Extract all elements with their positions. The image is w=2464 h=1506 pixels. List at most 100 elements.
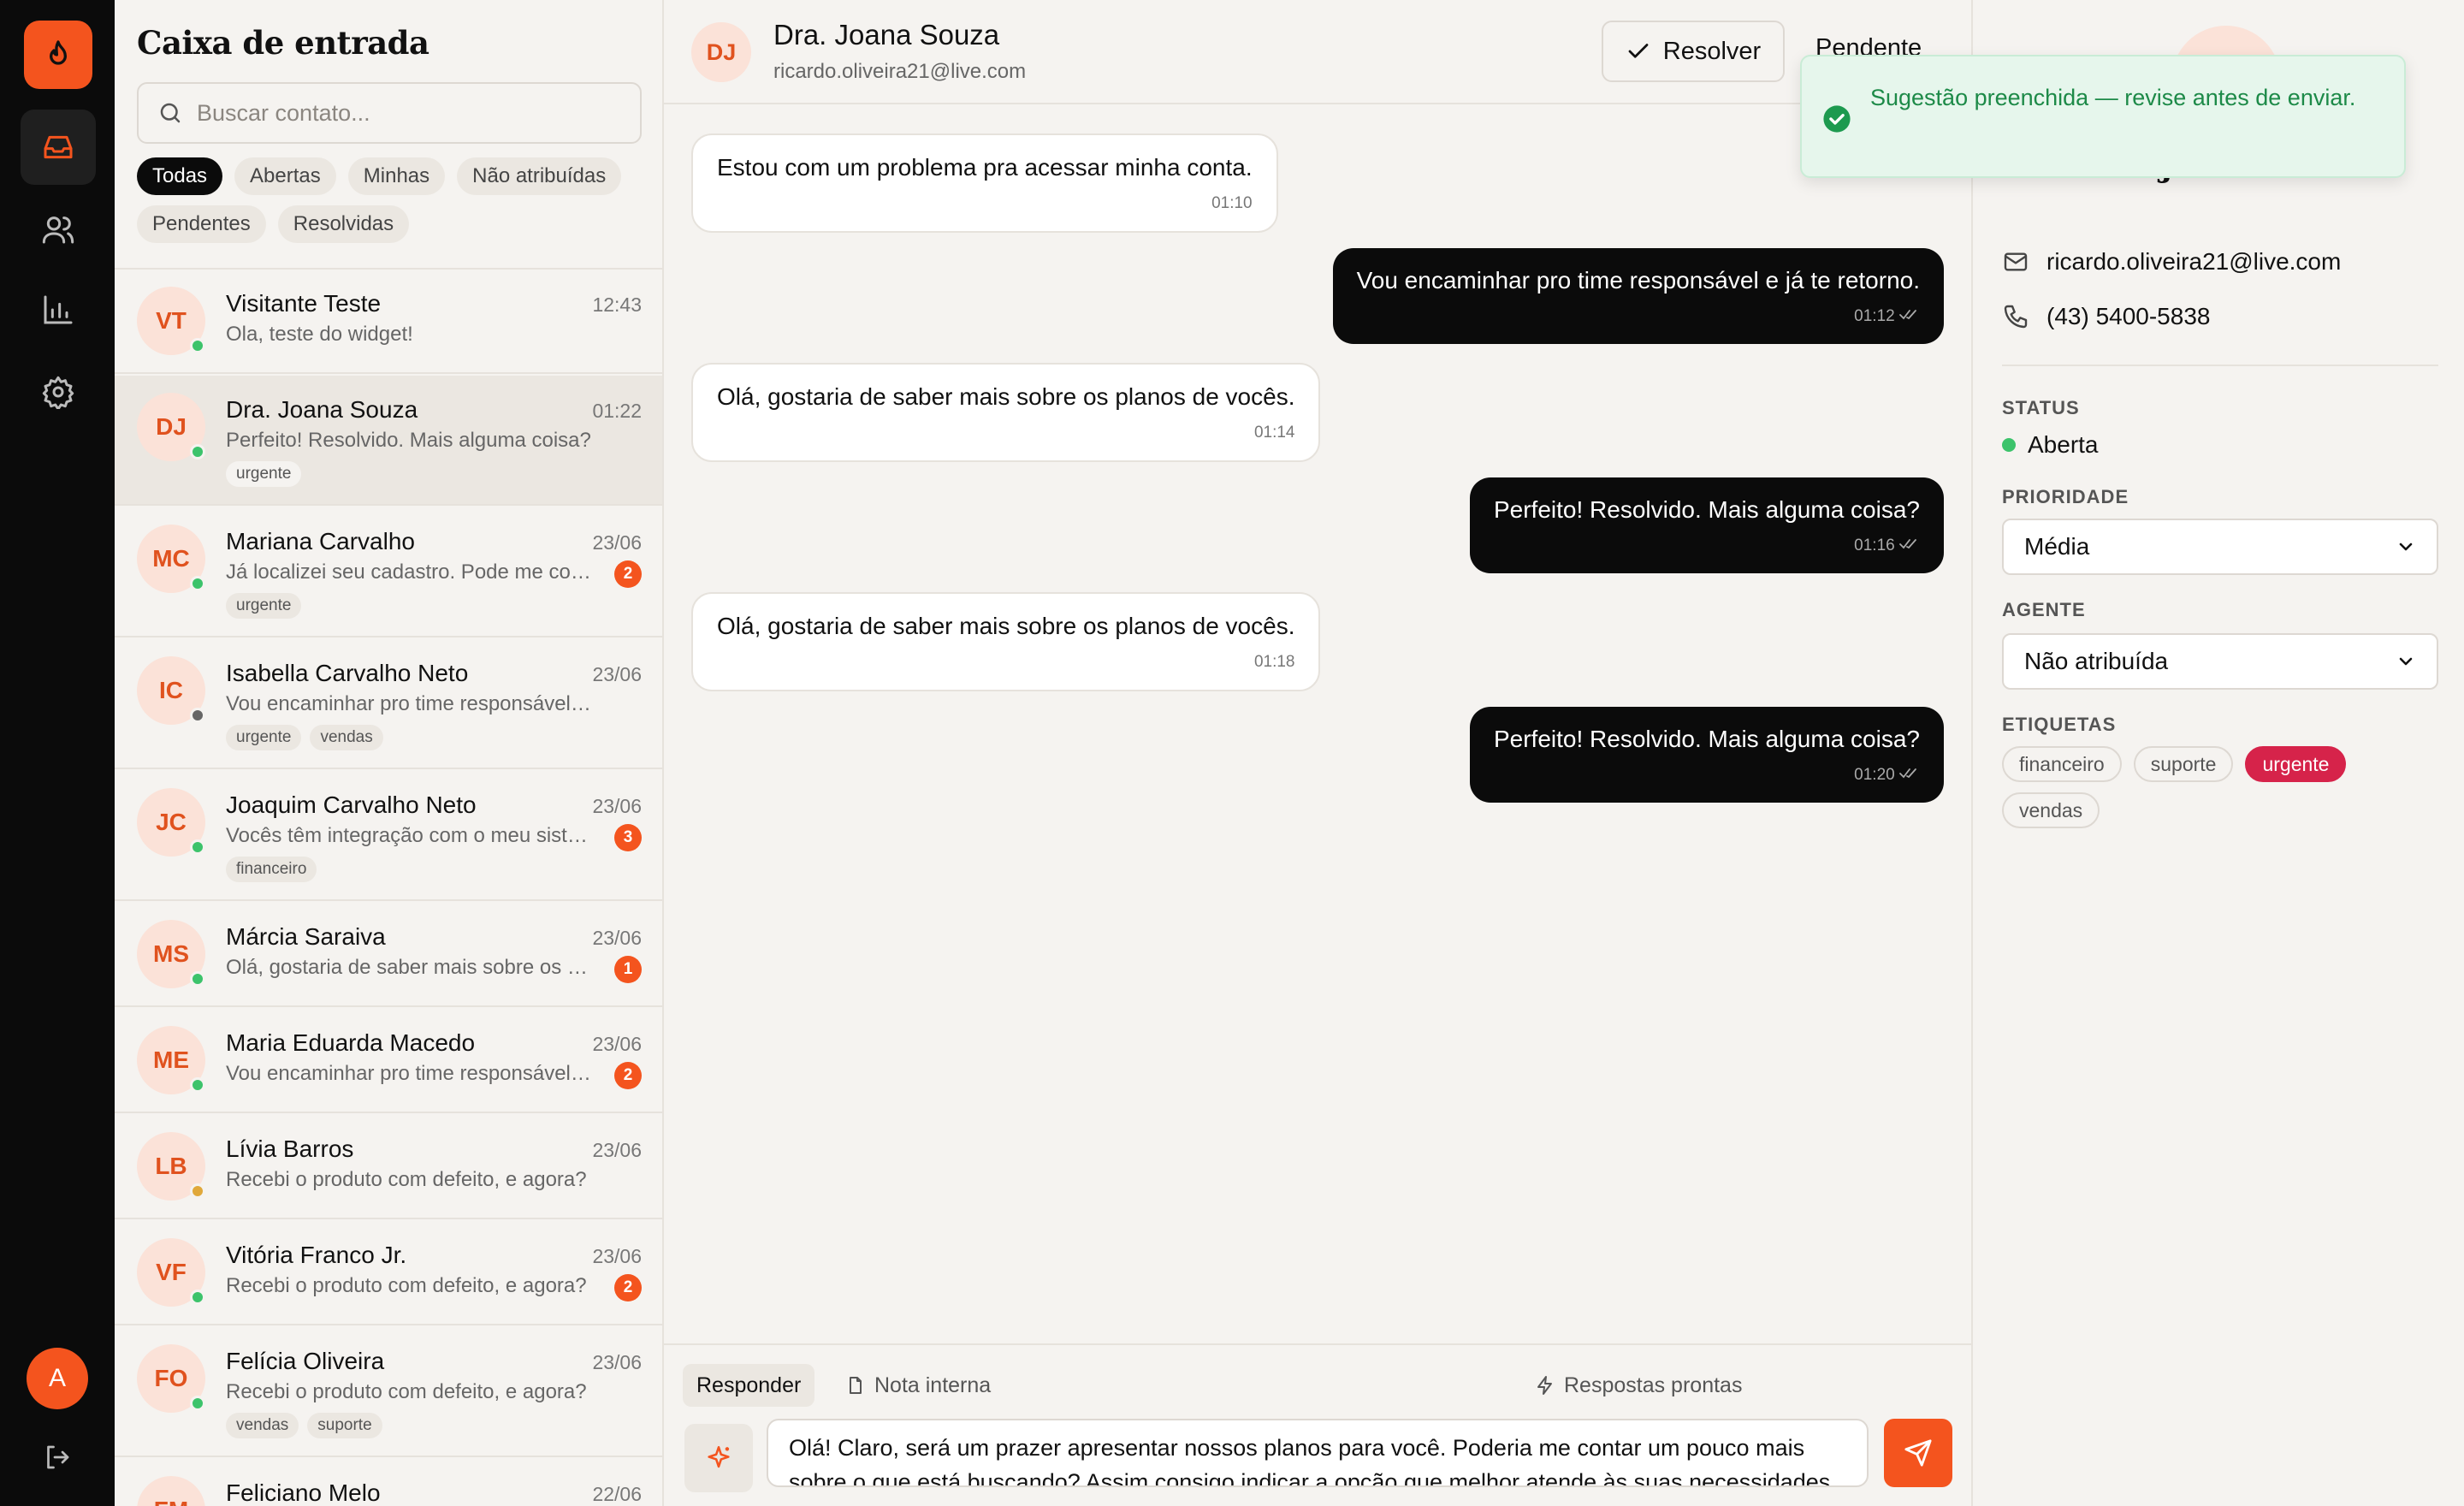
filter-chip[interactable]: Minhas (347, 157, 446, 195)
incoming-message: Estou com um problema pra acessar minha … (691, 133, 1278, 233)
conversation-item[interactable]: JC Joaquim Carvalho Neto 23/06 Vocês têm in… (115, 771, 662, 901)
nav-reports[interactable] (21, 272, 96, 347)
message-meta: 01:14 (717, 418, 1295, 448)
contact-name: Márcia Saraiva (226, 923, 386, 950)
filter-chip[interactable]: Todas (137, 157, 223, 195)
contact-avatar: IC (137, 656, 205, 725)
agent-select[interactable]: Não atribuída (2002, 633, 2438, 690)
message-preview: Recebi o produto com defeito, e agora? (226, 1168, 587, 1191)
conversation-item[interactable]: VF Vitória Franco Jr. 23/06 Recebi o produt… (115, 1221, 662, 1325)
lightning-icon (1537, 1376, 1552, 1395)
contact-avatar: JC (137, 788, 205, 857)
contact-avatar: DJ (691, 22, 751, 82)
contact-name: Felícia Oliveira (226, 1348, 385, 1374)
message-time: 01:12 (1854, 307, 1895, 325)
avatar-initials: FM (154, 1497, 188, 1506)
filter-chip[interactable]: Abertas (234, 157, 336, 195)
presence-dot (190, 839, 205, 855)
search-placeholder: Buscar contato... (197, 99, 370, 126)
incoming-message: Olá, gostaria de saber mais sobre os pla… (691, 363, 1321, 462)
unread-badge: 3 (614, 824, 642, 851)
contact-tag[interactable]: urgente (2245, 746, 2347, 782)
contact-avatar: MC (137, 525, 205, 593)
agent-value: Não atribuída (2024, 648, 2169, 674)
conversation-item[interactable]: FO Felícia Oliveira 23/06 Recebi o produto … (115, 1327, 662, 1457)
message-text: Olá, gostaria de saber mais sobre os pla… (717, 613, 1295, 639)
message-text: Perfeito! Resolvido. Mais alguma coisa? (1493, 726, 1920, 752)
conversation-item[interactable]: LB Lívia Barros 23/06 Recebi o produto com … (115, 1115, 662, 1219)
ai-suggest-button[interactable] (684, 1424, 753, 1492)
contact-name: Dra. Joana Souza (773, 19, 1000, 50)
message-time: 01:16 (1854, 537, 1895, 554)
tag: urgente (226, 725, 302, 750)
nav-contacts[interactable] (21, 192, 96, 267)
message-meta: 01:16 (1494, 531, 1920, 561)
conversation-item[interactable]: VT Visitante Teste 12:43 Ola, teste do widg… (115, 270, 662, 374)
tag: financeiro (226, 857, 317, 882)
conversation-item[interactable]: DJ Dra. Joana Souza 01:22 Perfeito! Resolvi… (115, 376, 662, 506)
tag: urgente (226, 593, 302, 619)
sparkle-icon (708, 1445, 730, 1468)
message-preview: Ola, teste do widget! (226, 323, 413, 346)
contact-avatar: DJ (137, 393, 205, 461)
presence-dot (190, 1077, 205, 1093)
filter-chip[interactable]: Resolvidas (277, 205, 410, 243)
search-icon (160, 103, 181, 123)
search-input[interactable]: Buscar contato... (137, 82, 642, 144)
app-logo[interactable] (24, 21, 92, 89)
contact-name: Dra. Joana Souza (226, 396, 418, 423)
quick-replies-button[interactable]: Respostas prontas (1521, 1364, 1756, 1407)
contact-avatar: ME (137, 1026, 205, 1094)
conversation-time: 23/06 (592, 1139, 642, 1161)
message-preview: Recebi o produto com defeito, e agora? (226, 1274, 587, 1297)
avatar-initials: FO (154, 1365, 188, 1391)
nav-inbox[interactable] (21, 110, 96, 185)
send-icon (1904, 1439, 1932, 1467)
message-time: 01:20 (1854, 766, 1895, 784)
conversation-item[interactable]: MC Mariana Carvalho 23/06 Já localizei seu … (115, 507, 662, 637)
conversation-tags: urgente (226, 593, 302, 619)
status-value: Aberta (2028, 431, 2099, 458)
priority-select[interactable]: Média (2002, 519, 2438, 575)
check-circle-icon (1823, 105, 1851, 133)
filter-chip[interactable]: Não atribuídas (457, 157, 622, 195)
conversation-item[interactable]: FMFeliciano Melo22/06Recebi o produto co… (115, 1459, 662, 1506)
composer: Responder Nota interna Respostas prontas… (664, 1343, 1971, 1506)
unread-badge: 2 (614, 1274, 642, 1301)
conversation-item[interactable]: MS Márcia Saraiva 23/06 Olá, gostaria de sa… (115, 903, 662, 1007)
status-label: STATUS (2002, 397, 2080, 418)
message-meta: 01:20 (1494, 760, 1920, 791)
outgoing-message: Vou encaminhar pro time responsável e já… (1332, 248, 1944, 344)
contact-name: Visitante Teste (226, 290, 382, 317)
user-avatar[interactable]: A (27, 1348, 88, 1409)
priority-label: PRIORIDADE (2002, 486, 2129, 507)
conversation-item[interactable]: ME Maria Eduarda Macedo 23/06 Vou encaminha… (115, 1009, 662, 1113)
logout-button[interactable] (38, 1438, 77, 1477)
outgoing-message: Perfeito! Resolvido. Mais alguma coisa? 0… (1469, 477, 1944, 573)
conversation-item[interactable]: IC Isabella Carvalho Neto 23/06 Vou encamin… (115, 639, 662, 769)
conversation-time: 23/06 (592, 1351, 642, 1373)
resolve-button[interactable]: Resolver (1602, 21, 1785, 82)
contact-tag[interactable]: suporte (2133, 746, 2234, 782)
agent-label: AGENTE (2002, 599, 2086, 620)
tags-label: ETIQUETAS (2002, 714, 2117, 735)
contact-tag[interactable]: vendas (2002, 792, 2100, 828)
nav-settings[interactable] (21, 354, 96, 430)
tab-internal-note[interactable]: Nota interna (832, 1364, 1004, 1407)
send-button[interactable] (1884, 1419, 1952, 1487)
contact-tag[interactable]: financeiro (2002, 746, 2122, 782)
conversation-time: 23/06 (592, 663, 642, 685)
reply-textarea[interactable]: Olá! Claro, será um prazer apresentar no… (767, 1419, 1869, 1487)
unread-badge: 2 (614, 560, 642, 588)
double-check-icon (1899, 768, 1916, 779)
tag: vendas (310, 725, 383, 750)
message-time: 01:18 (1253, 653, 1295, 671)
inbox-icon (44, 135, 73, 159)
avatar-initials: DJ (156, 413, 187, 440)
filter-chip[interactable]: Pendentes (137, 205, 266, 243)
chevron-down-icon (2399, 543, 2413, 551)
chat-panel: DJ Dra. Joana Souza ricardo.oliveira21@l… (664, 0, 1971, 1506)
contact-name: Lívia Barros (226, 1135, 354, 1162)
avatar-initials: JC (156, 809, 187, 835)
tab-reply[interactable]: Responder (683, 1364, 815, 1407)
